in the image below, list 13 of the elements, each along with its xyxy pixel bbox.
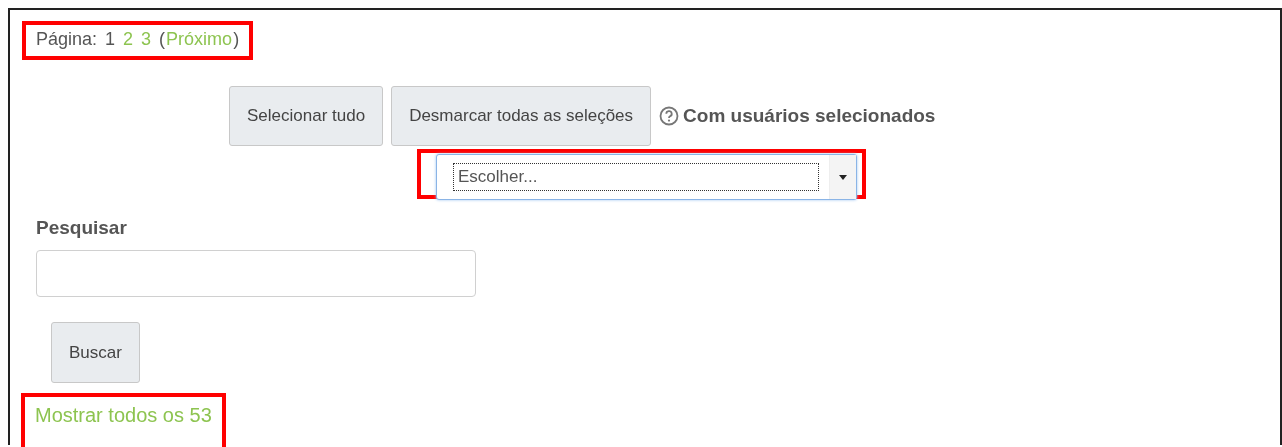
- caret-icon: [839, 174, 847, 180]
- parenthesis: (: [159, 29, 166, 50]
- search-label: Pesquisar: [36, 217, 127, 239]
- parenthesis: ): [233, 29, 240, 50]
- help-icon[interactable]: [659, 106, 680, 126]
- bulk-action-select[interactable]: Escolher...: [436, 154, 857, 200]
- pagination-label: Página:: [36, 29, 98, 50]
- current-page: 1: [105, 29, 116, 50]
- action-button[interactable]: Desmarcar todas as seleções: [391, 86, 652, 146]
- search-button[interactable]: Buscar: [51, 322, 140, 383]
- search-field[interactable]: [36, 250, 476, 297]
- action-button[interactable]: Selecionar tudo: [229, 86, 384, 146]
- with-selected-label: Com usuários selecionados: [683, 105, 936, 127]
